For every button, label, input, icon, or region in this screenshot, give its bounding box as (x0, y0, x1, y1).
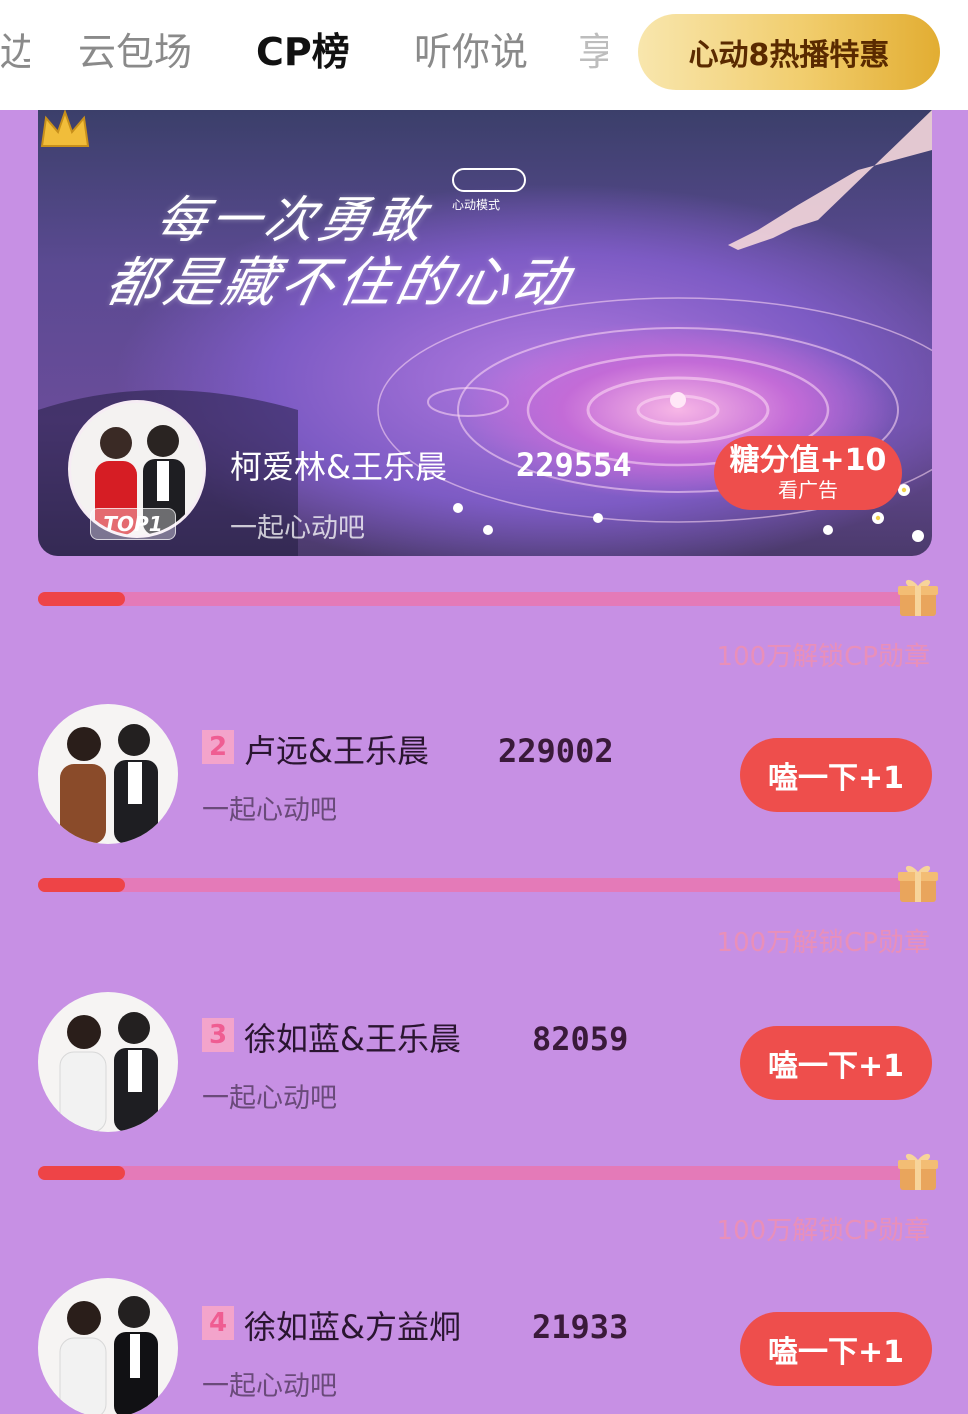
mode-label: 心动模式 (452, 198, 501, 212)
avatar[interactable] (38, 1278, 178, 1414)
unlock-caption: 100万解锁CP勋章 (716, 928, 930, 958)
cp-name: 徐如蓝&王乐晨 (244, 1020, 461, 1058)
unlock-caption: 100万解锁CP勋章 (716, 1216, 930, 1246)
cp-score: 21933 (532, 1308, 629, 1346)
sugar-value-button[interactable]: 糖分值+10 看广告 (714, 436, 902, 510)
top1-badge: TOP1 (90, 508, 176, 540)
couple-avatar-icon (59, 1012, 158, 1132)
cp-name: 卢远&王乐晨 (244, 732, 429, 770)
rank1-score: 229554 (516, 446, 632, 484)
avatar[interactable] (38, 704, 178, 844)
tab-cp-ranking[interactable]: CP榜 (256, 26, 350, 78)
crown-icon (40, 110, 90, 147)
couple-avatar-icon (60, 724, 158, 844)
progress-fill (38, 592, 126, 606)
rank-badge: 3 (202, 1018, 234, 1052)
tab-cloud-booking[interactable]: 云包场 (78, 26, 192, 78)
avatar[interactable] (38, 992, 178, 1132)
cp-score: 82059 (532, 1020, 629, 1058)
sugar-button-sublabel: 看广告 (778, 478, 838, 502)
rank1-name: 柯爱林&王乐晨 (230, 448, 447, 486)
gift-box-icon[interactable] (896, 860, 940, 904)
cp-name: 徐如蓝&方益炯 (244, 1308, 461, 1346)
cp-subtitle: 一起心动吧 (202, 1083, 337, 1114)
vote-button[interactable]: 嗑一下+1 (740, 1026, 932, 1100)
gift-box-icon[interactable] (896, 1148, 940, 1192)
rank-badge: 4 (202, 1306, 234, 1340)
banner-title-line2: 都是藏不住的心动 (100, 251, 578, 314)
vote-button[interactable]: 嗑一下+1 (740, 1312, 932, 1386)
unlock-progress-bar (38, 878, 910, 892)
top1-banner: 每一次勇敢 都是藏不住的心动 心动模式 TOP1 柯爱林&王乐晨 229554 … (38, 110, 932, 556)
top-nav-bar: 边 云包场 CP榜 听你说 享 心动8热播特惠 (0, 0, 968, 110)
unlock-progress-bar (38, 1166, 910, 1180)
progress-fill (38, 878, 126, 892)
mode-pill-icon (452, 168, 526, 192)
vote-button[interactable]: 嗑一下+1 (740, 738, 932, 812)
rank1-subtitle: 一起心动吧 (230, 513, 365, 544)
couple-avatar-icon (59, 1296, 158, 1414)
cp-subtitle: 一起心动吧 (202, 795, 337, 826)
tab-listen-to-you[interactable]: 听你说 (414, 26, 528, 78)
cp-subtitle: 一起心动吧 (202, 1371, 337, 1402)
cp-score: 229002 (498, 732, 614, 770)
rank-badge: 2 (202, 730, 234, 764)
sugar-button-label: 糖分值+10 (729, 443, 887, 478)
progress-fill (38, 1166, 126, 1180)
unlock-caption: 100万解锁CP勋章 (716, 642, 930, 672)
tab-partial-right[interactable]: 享 (578, 26, 608, 78)
gift-box-icon[interactable] (896, 574, 940, 618)
unlock-progress-bar (38, 592, 910, 606)
tab-partial-left[interactable]: 边 (0, 26, 30, 78)
promo-button[interactable]: 心动8热播特惠 (638, 14, 940, 90)
